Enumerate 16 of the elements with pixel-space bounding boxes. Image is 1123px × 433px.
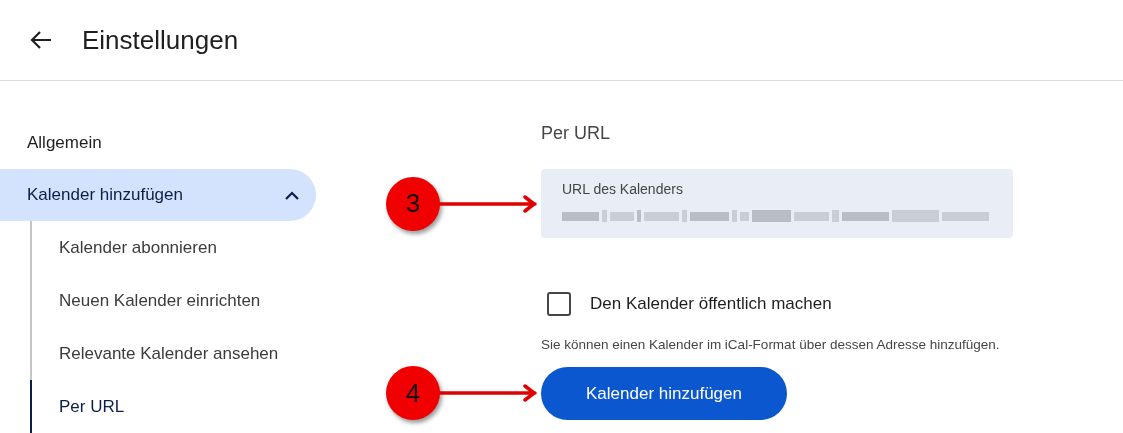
- sidebar-item[interactable]: Allgemein: [0, 117, 316, 169]
- sidebar-subitem[interactable]: Relevante Kalender ansehen: [32, 327, 316, 380]
- sidebar-subitem[interactable]: Neuen Kalender einrichten: [32, 274, 316, 327]
- callout-badge: 3: [386, 176, 440, 231]
- sidebar-subitem[interactable]: Per URL: [30, 380, 316, 433]
- checkbox[interactable]: [547, 291, 571, 316]
- page-title: Einstellungen: [82, 23, 239, 57]
- url-field[interactable]: URL des Kalenders: [541, 169, 1013, 238]
- sidebar-item[interactable]: Kalender hinzufügen: [0, 169, 316, 221]
- callout-badge: 4: [386, 366, 440, 421]
- add-calendar-button[interactable]: Kalender hinzufügen: [541, 366, 787, 420]
- helper-text: Sie können einen Kalender im iCal-Format über dessen Adresse hinzufügen.: [541, 335, 1001, 354]
- back-arrow-icon[interactable]: [30, 30, 52, 50]
- sidebar-subitem[interactable]: Kalender abonnieren: [32, 221, 316, 274]
- section-title: Per URL: [541, 122, 612, 145]
- checkbox-label: Den Kalender öffentlich machen: [590, 293, 832, 315]
